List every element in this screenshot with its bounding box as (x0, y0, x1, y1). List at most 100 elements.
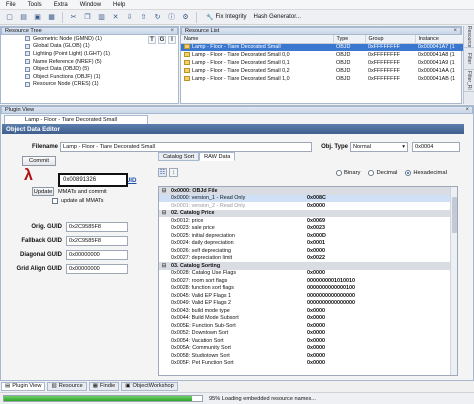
table-row[interactable]: Lamp - Floor - Tiare Decorated Small 0,2… (181, 67, 463, 75)
side-tab-resource[interactable]: Resource (464, 26, 474, 48)
property-row[interactable]: 0x0001: version_2 - Read Only 0x0000 (159, 202, 457, 210)
tree-item[interactable]: Global Data (GLOB) (1) (1, 43, 178, 51)
menu-file[interactable]: File (6, 2, 16, 8)
tab-plugin-view[interactable]: ▤ Plugin View (1, 381, 46, 391)
property-row[interactable]: 0x0049: Valid EP Flags 2 0000000000000000 (159, 300, 457, 308)
property-row[interactable]: 0x0000: version_1 - Read Only 0x008C (159, 194, 457, 202)
tab-resource[interactable]: ▥ Resource (47, 381, 87, 391)
update-button[interactable]: Update (32, 187, 54, 196)
column-header-instance[interactable]: Instance (415, 35, 464, 44)
save-as-icon[interactable]: ▦ (46, 12, 57, 23)
obj-type-code-field[interactable]: 0x0004 (412, 142, 460, 152)
property-row[interactable]: 0x0052: Downtown Sort 0x0000 (159, 330, 457, 338)
tab-catalog-sort[interactable]: Catalog Sort (158, 152, 200, 161)
collapse-icon[interactable]: ⊟ (159, 210, 169, 216)
column-header-group[interactable]: Group (365, 35, 416, 44)
property-row[interactable]: 0x0043: build mode type 0x0000 (159, 307, 457, 315)
property-row[interactable]: 0x0027: depreciation limit 0x0022 (159, 255, 457, 263)
cut-icon[interactable]: ✂ (68, 12, 79, 23)
menu-tools[interactable]: Tools (28, 2, 42, 8)
property-value[interactable]: 0x0000 (304, 360, 457, 366)
tab-raw-data[interactable]: RAW Data (199, 152, 236, 161)
table-row[interactable]: Lamp - Floor - Tiare Decorated Small 1,0… (181, 75, 463, 83)
property-value[interactable]: 0x0022 (304, 255, 457, 261)
radio-decimal-dot[interactable] (368, 170, 375, 176)
property-value[interactable]: 0x0000 (304, 308, 457, 314)
info-icon[interactable]: ⓘ (166, 12, 177, 23)
hash-generator-button[interactable]: Hash Generator... (254, 14, 301, 20)
property-value[interactable]: 0000000000000000 (304, 293, 457, 299)
property-row[interactable]: 0x0058: Studiotown Sort 0x0000 (159, 352, 457, 360)
import-icon[interactable]: ⇩ (124, 12, 135, 23)
property-value[interactable]: 0x0000 (304, 315, 457, 321)
property-value[interactable]: 0x0000 (304, 330, 457, 336)
property-value[interactable]: 0x0000 (304, 248, 457, 254)
diagonal-guid-field[interactable]: 0x00000000 (66, 250, 128, 260)
property-value[interactable]: 0x0069 (304, 218, 457, 224)
radio-binary[interactable]: Binary (336, 170, 360, 176)
grid-scrollbar[interactable] (450, 187, 457, 375)
property-row[interactable]: 0x0025: initial depreciation 0x000D (159, 232, 457, 240)
menu-window[interactable]: Window (80, 2, 101, 8)
refresh-icon[interactable]: ↻ (152, 12, 163, 23)
property-row[interactable]: 0x0026: self depreciating 0x0000 (159, 247, 457, 255)
radio-decimal[interactable]: Decimal (368, 170, 397, 176)
delete-icon[interactable]: ✕ (110, 12, 121, 23)
side-tab-filter-ri[interactable]: Filter_Ri (464, 70, 474, 92)
column-header-name[interactable]: Name (181, 35, 334, 44)
property-value[interactable]: 0x008C (304, 195, 457, 201)
orig-guid-field[interactable]: 0x2C9585F8 (66, 222, 128, 232)
property-value[interactable]: 0x0000 (304, 353, 457, 359)
tree-item[interactable]: Resource Node (CRES) (1) (1, 81, 178, 89)
property-row[interactable]: 0x0024: daily depreciation 0x0001 (159, 240, 457, 248)
column-header-type[interactable]: Type (333, 35, 366, 44)
tab-findie[interactable]: ▦ Findie (88, 381, 120, 391)
radio-hexadecimal[interactable]: Hexadecimal (405, 170, 447, 176)
property-value[interactable]: 0x0000 (304, 345, 457, 351)
property-row[interactable]: 0x0045: Valid EP Flags 1 0000000000000000 (159, 292, 457, 300)
new-icon[interactable]: ▢ (4, 12, 15, 23)
open-icon[interactable]: ▤ (18, 12, 29, 23)
close-icon[interactable]: × (170, 28, 177, 34)
save-icon[interactable]: ▣ (32, 12, 43, 23)
side-tab-filter[interactable]: Filter (464, 48, 474, 70)
settings-icon[interactable]: ⚙ (180, 12, 191, 23)
tree-item[interactable]: Name Reference (NREF) (5) (1, 58, 178, 66)
property-row[interactable]: 0x0028: function sort flags 0000000000000… (159, 285, 457, 293)
collapse-icon[interactable]: ⊟ (159, 263, 169, 269)
property-category-row[interactable]: ⊟ 03. Catalog Sorting (159, 262, 457, 270)
property-row[interactable]: 0x0054: Vacation Sort 0x0000 (159, 337, 457, 345)
tree-item[interactable]: Object Data (OBJD) (5) (1, 65, 178, 73)
radio-hexadecimal-dot[interactable] (405, 170, 412, 176)
sort-categorized-icon[interactable]: ☷ (158, 168, 167, 177)
filename-field[interactable]: Lamp - Floor - Tiare Decorated Small (60, 142, 312, 152)
menu-help[interactable]: Help (113, 2, 125, 8)
export-icon[interactable]: ⇧ (138, 12, 149, 23)
property-category-row[interactable]: ⊟ 0x0000: OBJd File (159, 187, 457, 195)
copy-icon[interactable]: ❐ (82, 12, 93, 23)
menu-extra[interactable]: Extra (54, 2, 68, 8)
scrollbar-thumb[interactable] (452, 197, 457, 233)
fallback-guid-field[interactable]: 0x2C9585F8 (66, 236, 128, 246)
tree-item[interactable]: Lighting (Point Light) (LGHT) (1) (1, 50, 178, 58)
property-row[interactable]: 0x005E: Function Sub-Sort 0x0000 (159, 322, 457, 330)
property-row[interactable]: 0x005F: Pet Function Sort 0x0000 (159, 360, 457, 368)
property-category-row[interactable]: ⊟ 02. Catalog Price (159, 209, 457, 217)
sort-alphabetical-icon[interactable]: ↕ (169, 168, 178, 177)
property-value[interactable]: 0x0001 (304, 240, 457, 246)
obj-type-select[interactable]: Normal ▾ (350, 142, 408, 152)
fix-integrity-button[interactable]: 🔧 Fix Integrity (206, 14, 247, 21)
tree-item[interactable]: Geometric Node (GMND) (1) (1, 35, 178, 43)
table-row[interactable]: Lamp - Floor - Tiare Decorated Small 0,1… (181, 59, 463, 67)
property-row[interactable]: 0x0027: room sort flags 0000000001010010 (159, 277, 457, 285)
update-all-checkbox[interactable] (52, 198, 58, 204)
property-value[interactable]: 0x0000 (304, 338, 457, 344)
guid-popup[interactable]: 0x00891326 (58, 173, 128, 187)
property-value[interactable]: 0x0000 (304, 323, 457, 329)
property-row[interactable]: 0x0012: price 0x0069 (159, 217, 457, 225)
close-icon[interactable]: × (453, 28, 460, 34)
update-all-checkbox-row[interactable]: update all MMATs (52, 198, 103, 204)
property-row[interactable]: 0x0028: Catalog Use Flags 0x0000 (159, 270, 457, 278)
table-row[interactable]: Lamp - Floor - Tiare Decorated Small OBJ… (181, 43, 463, 51)
paste-icon[interactable]: ▥ (96, 12, 107, 23)
